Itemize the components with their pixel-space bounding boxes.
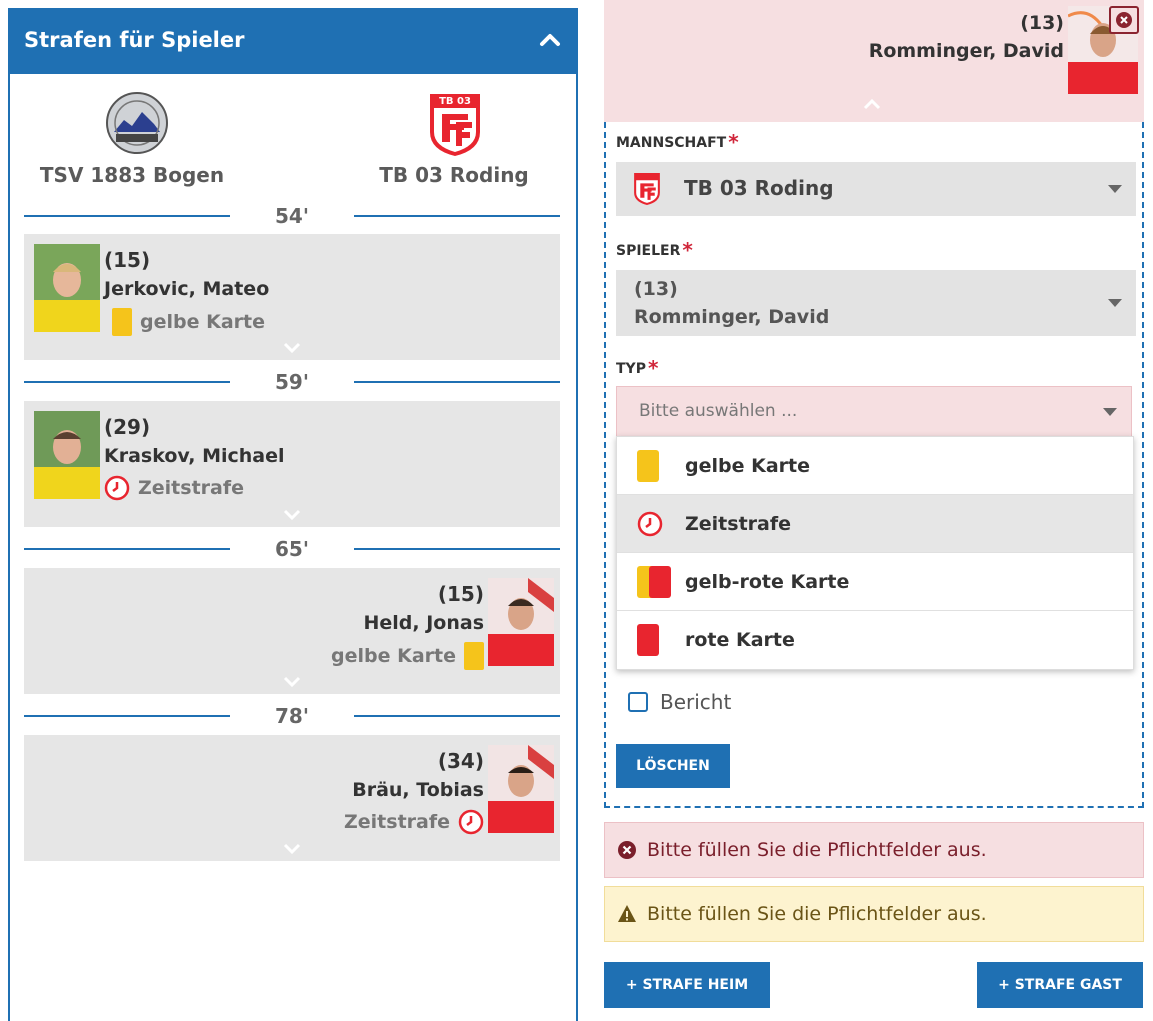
- red-card-icon: [637, 624, 659, 656]
- chevron-down-icon[interactable]: [282, 509, 302, 521]
- caret-down-icon: [1108, 185, 1122, 193]
- penalty-entry[interactable]: (15) Jerkovic, Mateo gelbe Karte: [24, 234, 560, 360]
- penalty-entry[interactable]: (15) Held, Jonas gelbe Karte: [24, 568, 560, 694]
- yellow-card-icon: [112, 308, 132, 336]
- yellow-card-icon: [464, 642, 484, 670]
- player-photo: [34, 244, 100, 332]
- yellow-card-icon: [637, 449, 659, 482]
- player-number: (15): [104, 248, 151, 272]
- minute-divider: 65': [24, 537, 560, 561]
- minute-label: 59': [275, 370, 309, 394]
- report-checkbox-label: Bericht: [660, 690, 732, 714]
- penalty-type: Zeitstrafe: [344, 809, 484, 835]
- team-select[interactable]: TB 03 Roding: [616, 162, 1136, 216]
- home-team-logo: [106, 92, 168, 154]
- player-select[interactable]: (13) Romminger, David: [616, 270, 1136, 336]
- type-dropdown-menu: gelbe Karte Zeitstrafe gelb-rote Karte r…: [616, 436, 1134, 670]
- minute-divider: 59': [24, 370, 560, 394]
- chevron-down-icon[interactable]: [282, 843, 302, 855]
- selected-player-name: Romminger, David: [868, 40, 1064, 62]
- clock-icon: [104, 475, 130, 501]
- chevron-down-icon[interactable]: [282, 342, 302, 354]
- minute-label: 65': [275, 537, 309, 561]
- away-logo-text: TB 03: [439, 96, 471, 106]
- panel-title: Strafen für Spieler: [24, 28, 245, 52]
- minute-label: 54': [275, 204, 309, 228]
- caret-down-icon: [1108, 299, 1122, 307]
- penalty-type-label: gelbe Karte: [331, 645, 456, 667]
- minute-divider: 54': [24, 204, 560, 228]
- minute-label: 78': [275, 704, 309, 728]
- player-select-number: (13): [634, 278, 678, 300]
- penalties-panel: Strafen für Spieler TSV 1883 Bogen TB 03…: [8, 8, 578, 1021]
- player-name: Held, Jonas: [363, 612, 484, 634]
- selected-player-number: (13): [1020, 12, 1064, 34]
- minute-divider: 78': [24, 704, 560, 728]
- clock-icon: [637, 511, 663, 536]
- player-number: (15): [437, 582, 484, 606]
- add-home-penalty-button[interactable]: + STRAFE HEIM: [604, 962, 770, 1008]
- penalty-type: gelbe Karte: [112, 308, 265, 336]
- close-button[interactable]: [1109, 6, 1139, 34]
- player-field-label: SPIELER *: [616, 238, 693, 262]
- close-circle-icon: [1116, 12, 1132, 28]
- team-select-value: TB 03 Roding: [684, 176, 834, 200]
- player-photo: [488, 745, 554, 833]
- report-checkbox[interactable]: [628, 692, 648, 712]
- team-field-label: MANNSCHAFT *: [616, 130, 739, 154]
- chevron-up-icon[interactable]: [862, 98, 882, 110]
- error-circle-icon: [618, 841, 636, 859]
- error-alert: Bitte füllen Sie die Pflichtfelder aus.: [604, 822, 1144, 878]
- penalty-type: Zeitstrafe: [104, 475, 244, 501]
- panel-header[interactable]: Strafen für Spieler: [8, 8, 578, 74]
- penalty-entry[interactable]: (29) Kraskov, Michael Zeitstrafe: [24, 401, 560, 527]
- type-select[interactable]: Bitte auswählen ...: [616, 386, 1132, 438]
- type-option-time-penalty[interactable]: Zeitstrafe: [617, 495, 1133, 553]
- error-alert-text: Bitte füllen Sie die Pflichtfelder aus.: [647, 839, 987, 861]
- player-photo: [488, 578, 554, 666]
- penalty-edit-form: MANNSCHAFT * TB 03 Roding SPIELER * (13) R…: [604, 122, 1144, 808]
- penalty-type-label: gelbe Karte: [140, 311, 265, 333]
- player-select-name: Romminger, David: [634, 306, 830, 328]
- svg-text:TB 03: TB 03: [439, 96, 471, 106]
- penalty-type: gelbe Karte: [331, 642, 484, 670]
- type-field-label: TYP *: [616, 356, 659, 380]
- penalty-type-label: Zeitstrafe: [344, 811, 450, 833]
- player-name: Bräu, Tobias: [352, 779, 484, 801]
- warning-alert: Bitte füllen Sie die Pflichtfelder aus.: [604, 886, 1144, 942]
- player-photo: [34, 411, 100, 499]
- player-number: (29): [104, 415, 151, 439]
- type-option-yellow[interactable]: gelbe Karte: [617, 437, 1133, 495]
- chevron-up-icon[interactable]: [538, 28, 562, 52]
- penalty-entry[interactable]: (34) Bräu, Tobias Zeitstrafe: [24, 735, 560, 861]
- type-option-yellow-red[interactable]: gelb-rote Karte: [617, 553, 1133, 611]
- player-number: (34): [437, 749, 484, 773]
- team-logo-icon: [634, 173, 660, 205]
- delete-button[interactable]: LÖSCHEN: [616, 744, 730, 788]
- player-name: Kraskov, Michael: [104, 445, 285, 467]
- type-option-red[interactable]: rote Karte: [617, 611, 1133, 669]
- player-name: Jerkovic, Mateo: [104, 278, 270, 300]
- type-select-placeholder: Bitte auswählen ...: [639, 401, 798, 421]
- chevron-down-icon[interactable]: [282, 676, 302, 688]
- away-team-name: TB 03 Roding: [379, 163, 529, 187]
- report-checkbox-row[interactable]: Bericht: [628, 690, 731, 714]
- penalty-type-label: Zeitstrafe: [138, 477, 244, 499]
- warning-triangle-icon: [618, 905, 636, 922]
- warning-alert-text: Bitte füllen Sie die Pflichtfelder aus.: [647, 903, 987, 925]
- add-away-penalty-button[interactable]: + STRAFE GAST: [977, 962, 1143, 1008]
- home-team-name: TSV 1883 Bogen: [39, 163, 225, 187]
- clock-icon: [458, 809, 484, 835]
- caret-down-icon: [1103, 408, 1117, 416]
- yellow-red-card-icon: [637, 565, 671, 598]
- selected-entry-header[interactable]: (13) Romminger, David: [604, 0, 1144, 122]
